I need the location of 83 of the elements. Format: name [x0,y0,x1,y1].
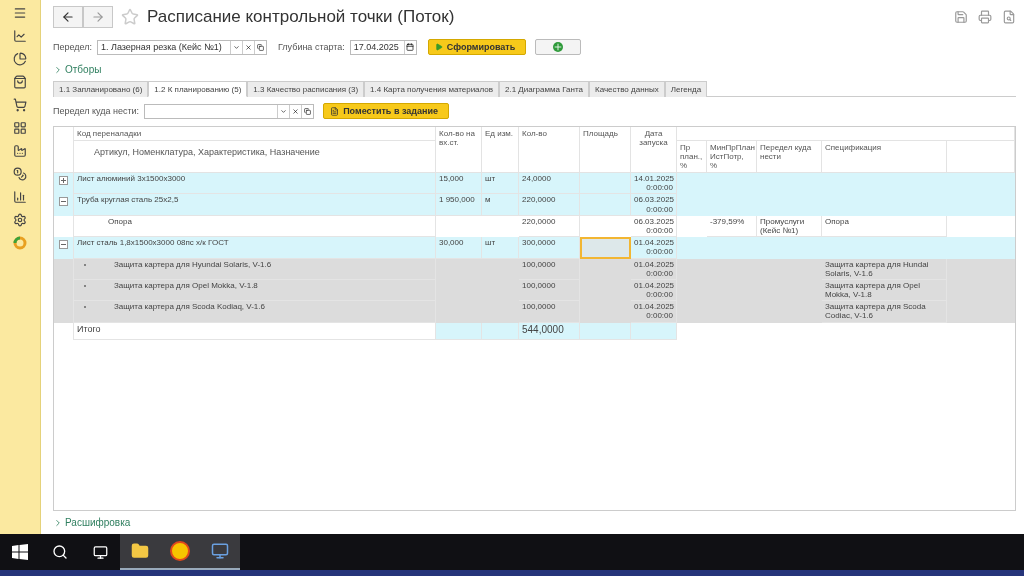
copy-icon [257,43,264,51]
column-header: Код переналадки [74,127,436,141]
bag-icon[interactable] [13,75,27,89]
chevron-icon [53,64,63,75]
back-button[interactable] [53,6,83,28]
field-label: Передел: [53,42,92,52]
table-cell: Защита картера для Scoda Kodiaq, V-1.6 [114,302,265,312]
chevron-icon [53,517,63,528]
add-button[interactable] [535,39,582,55]
table-cell: 30,000 [436,237,482,259]
app-circle-icon [170,541,190,561]
field-label: Передел куда нести: [53,106,140,116]
table-cell: м [482,194,519,216]
document-icon [330,106,340,116]
table-cell: 01.04.2025 0:00:00 [631,258,677,280]
caret-icon [280,107,288,115]
filters-toggle[interactable]: Отборы [53,64,102,75]
calendar-button[interactable] [403,40,416,54]
play-icon [434,43,443,51]
table-cell: Защита картера для Opel Mokka, V-1.8 [114,280,258,291]
coins-icon[interactable] [13,167,27,181]
ring-icon[interactable] [13,236,27,250]
table-cell: Защита картера для Hyundai Solaris, V-1.6 [114,259,272,269]
menu-icon[interactable] [13,6,27,20]
taskbar-item[interactable] [200,534,240,570]
table-cell: 01.04.2025 0:00:00 [631,237,677,259]
field-label: Глубина старта: [278,42,345,52]
tab[interactable]: 1.1 Запланировано (6) [53,81,149,97]
pie-chart-icon[interactable] [13,52,27,66]
factory-icon[interactable] [13,144,27,158]
open-button[interactable] [254,40,266,54]
save-icon[interactable] [954,10,968,24]
collapse-icon[interactable] [59,240,68,250]
bar-chart-icon[interactable] [13,190,27,204]
close-icon [245,43,252,51]
table-cell: 01.04.2025 0:00:00 [631,301,677,323]
tab[interactable]: 1.2 К планированию (5) [148,81,248,97]
window-title: Расписание контрольной точки (Поток) [147,7,456,27]
area-cell[interactable] [580,194,631,216]
close-icon [292,107,300,115]
copy-icon [304,107,312,115]
table-cell: 220,0000 [519,194,580,216]
table-cell: Защита картера для Hundai Solaris, V-1.6 [822,258,947,280]
expand-icon[interactable] [59,176,68,185]
plus-icon [553,42,564,52]
tab[interactable]: 1.4 Карта получения материалов [364,81,499,97]
grid-icon[interactable] [13,121,27,135]
generate-button[interactable]: Сформировать [427,39,527,55]
calendar-icon [406,43,415,51]
table-cell: 100,0000 [519,258,580,280]
total-label: Итого [74,322,436,340]
preview-icon[interactable] [1002,10,1016,24]
chart-icon[interactable] [13,29,27,43]
tab[interactable]: 1.3 Качество расписания (3) [247,81,365,97]
taskbar-item[interactable] [120,534,160,570]
table-cell: Лист сталь 1,8х1500х3000 08пс х/к ГОСТ [74,237,436,259]
place-button[interactable]: Поместить в задание [323,103,449,119]
table-cell: Труба круглая сталь 25х2,5 [74,194,436,216]
cart-icon[interactable] [13,98,27,112]
table-cell: 1 950,000 [436,194,482,216]
table-cell: шт [482,237,519,259]
caret-icon [233,43,240,51]
date-field[interactable]: 17.04.2025 [349,39,417,55]
folder-icon [131,542,149,560]
area-cell[interactable] [580,237,631,259]
search-icon[interactable] [52,544,68,560]
print-icon[interactable] [978,10,992,24]
windows-start-icon[interactable] [12,544,28,560]
computer-icon [211,542,229,560]
open-button[interactable] [301,104,314,118]
table-cell: Защита картера для Scoda Codiac, V-1.6 [822,301,947,323]
target-field[interactable] [144,103,315,119]
table-cell: 06.03.2025 0:00:00 [631,194,677,216]
division-field[interactable]: 1. Лазерная резка (Кейс №1) [97,39,267,55]
collapse-icon[interactable] [59,197,68,207]
clear-button[interactable] [242,40,254,54]
tab[interactable]: Качество данных [588,81,665,97]
details-toggle[interactable]: Расшифровка [53,517,131,528]
star-icon[interactable] [121,8,139,26]
tab[interactable]: 2.1 Диаграмма Ганта [499,81,589,97]
table-cell: 100,0000 [519,301,580,323]
settings-icon[interactable] [13,213,27,227]
tab[interactable]: Легенда [664,81,708,97]
